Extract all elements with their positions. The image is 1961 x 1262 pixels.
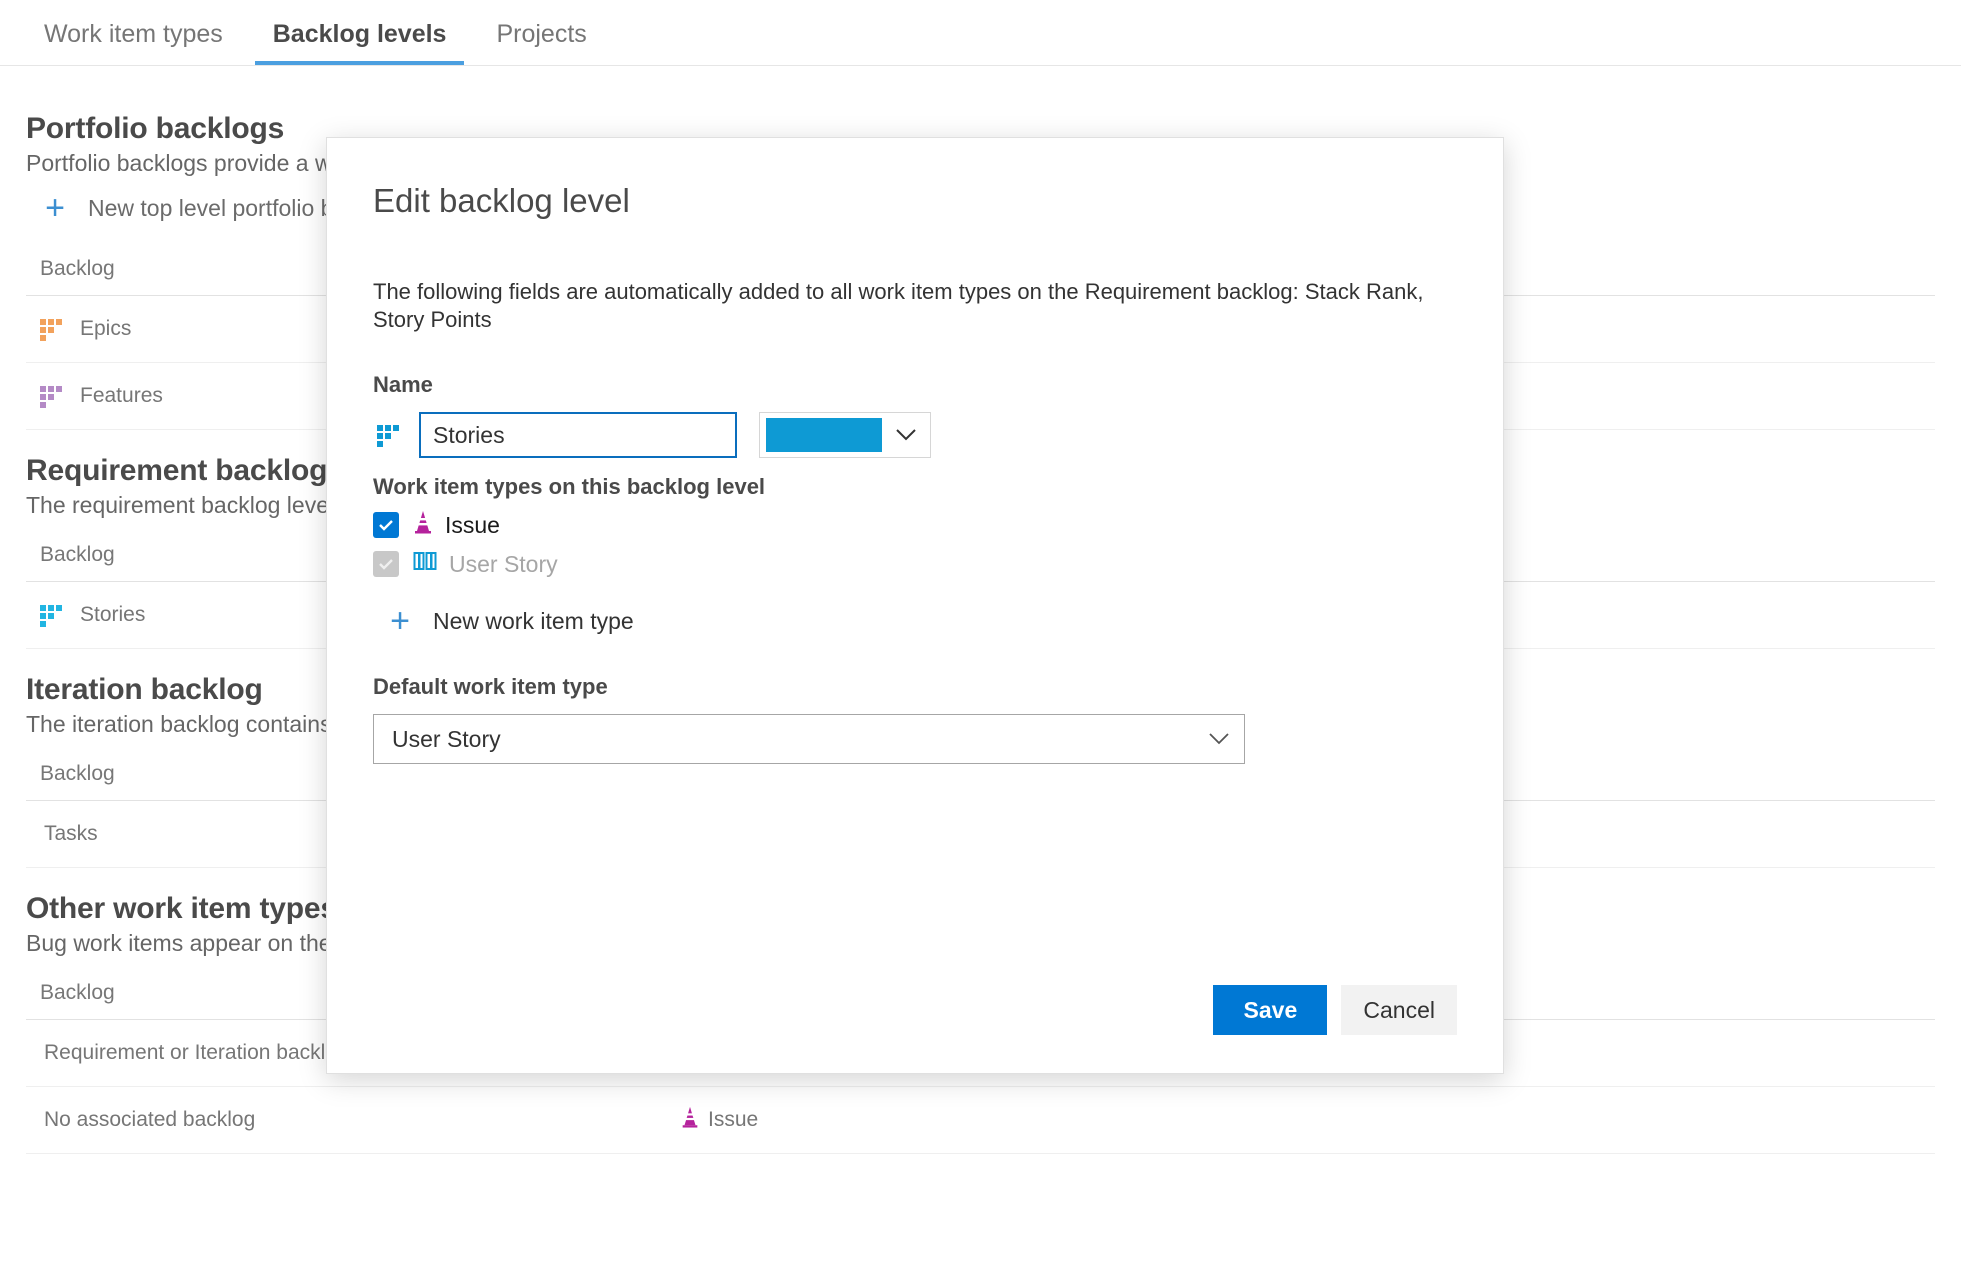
color-swatch bbox=[766, 418, 882, 453]
work-item-types-label: Work item types on this backlog level bbox=[373, 474, 766, 500]
dialog-title: Edit backlog level bbox=[373, 182, 630, 219]
name-label: Name bbox=[373, 372, 433, 398]
new-work-item-type-button[interactable]: + New work item type bbox=[385, 604, 1457, 638]
table-row[interactable]: No associated backlog Issue bbox=[26, 1087, 1935, 1154]
chevron-down-icon bbox=[882, 428, 930, 442]
dialog-actions: Save Cancel bbox=[1213, 985, 1457, 1035]
work-item-type-label: User Story bbox=[449, 550, 558, 577]
row-label: Tasks bbox=[44, 822, 98, 845]
cone-icon bbox=[680, 1106, 700, 1134]
bricks-icon bbox=[40, 605, 62, 627]
wit-label: Issue bbox=[708, 1108, 759, 1131]
checkbox-issue[interactable] bbox=[373, 512, 399, 539]
chevron-down-icon bbox=[1208, 732, 1230, 746]
save-button[interactable]: Save bbox=[1213, 985, 1328, 1035]
tab-backlog-levels[interactable]: Backlog levels bbox=[254, 20, 465, 65]
tab-projects[interactable]: Projects bbox=[478, 20, 604, 65]
edit-backlog-level-dialog: Edit backlog level The following fields … bbox=[326, 137, 1504, 1074]
checkbox-user-story bbox=[373, 551, 399, 578]
cone-icon bbox=[413, 510, 433, 540]
row-label: Features bbox=[80, 384, 163, 407]
row-label: Stories bbox=[80, 603, 146, 626]
name-input[interactable] bbox=[419, 412, 737, 459]
dialog-note: The following fields are automatically a… bbox=[373, 279, 1424, 333]
bricks-icon bbox=[40, 386, 62, 408]
row-label: Epics bbox=[80, 317, 132, 340]
book-icon bbox=[413, 550, 437, 578]
default-work-item-type-select[interactable]: User Story bbox=[373, 714, 1245, 765]
bricks-icon bbox=[377, 425, 399, 448]
row-label: Requirement or Iteration backlog bbox=[44, 1041, 349, 1064]
cancel-button[interactable]: Cancel bbox=[1341, 985, 1457, 1035]
bricks-icon bbox=[40, 319, 62, 341]
default-work-item-type-label: Default work item type bbox=[373, 674, 608, 700]
plus-icon: + bbox=[390, 602, 410, 641]
row-label: No associated backlog bbox=[44, 1108, 256, 1131]
color-picker-dropdown[interactable] bbox=[759, 412, 931, 459]
work-item-type-row-issue[interactable]: Issue bbox=[373, 510, 1457, 540]
new-work-item-type-label: New work item type bbox=[433, 607, 634, 634]
plus-icon: + bbox=[45, 189, 65, 227]
default-work-item-type-value: User Story bbox=[392, 725, 501, 752]
tab-work-item-types[interactable]: Work item types bbox=[26, 20, 241, 65]
work-item-type-label: Issue bbox=[445, 511, 500, 538]
work-item-type-row-user-story: User Story bbox=[373, 550, 1457, 578]
name-row bbox=[373, 412, 1457, 459]
tab-strip: Work item types Backlog levels Projects bbox=[0, 0, 1961, 66]
